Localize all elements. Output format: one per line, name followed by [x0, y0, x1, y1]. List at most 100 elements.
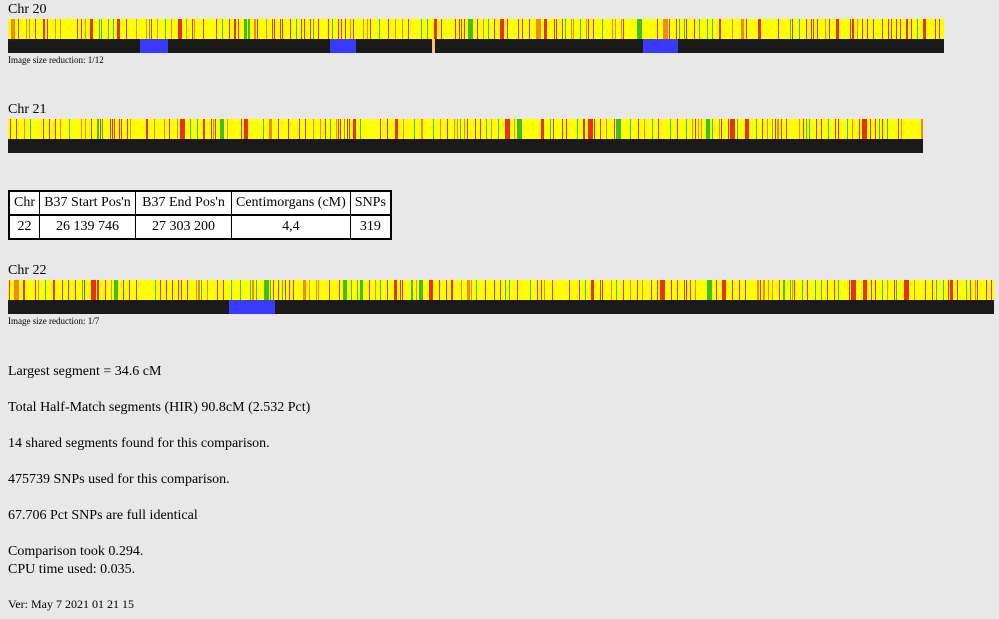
- snp-stripe: [669, 19, 670, 39]
- snp-stripe: [455, 19, 456, 39]
- snp-stripe: [786, 119, 787, 139]
- chr-21-snp-bar: [8, 119, 923, 139]
- snp-stripe: [566, 119, 567, 139]
- snp-stripe: [84, 280, 85, 300]
- snp-stripe: [320, 119, 321, 139]
- snp-stripe: [329, 280, 330, 300]
- snp-stripe: [14, 280, 19, 300]
- snp-stripe: [316, 280, 317, 300]
- snp-stripe: [380, 119, 381, 139]
- snp-stripe: [353, 119, 356, 139]
- snp-stripe: [454, 119, 455, 139]
- version-text: Ver: May 7 2021 01 21 15: [8, 597, 134, 611]
- snp-stripe: [264, 280, 269, 300]
- snp-stripe: [762, 119, 763, 139]
- snp-stripe: [177, 119, 178, 139]
- snp-stripe: [111, 280, 112, 300]
- snp-stripe: [986, 280, 987, 300]
- snp-stripe: [157, 19, 158, 39]
- snp-stripe: [55, 19, 56, 39]
- snp-stripe: [254, 19, 256, 39]
- snp-stripe: [712, 19, 713, 39]
- snp-stripe: [234, 19, 236, 39]
- snp-stripe: [491, 119, 492, 139]
- snp-stripe: [402, 19, 403, 39]
- cell-chr: 22: [8, 214, 40, 240]
- snp-stripe: [806, 119, 807, 139]
- snp-stripe: [461, 19, 462, 39]
- snp-stripe: [925, 280, 926, 300]
- snp-stripe: [677, 119, 678, 139]
- snp-stripe: [571, 19, 572, 39]
- snp-stripe: [815, 280, 816, 300]
- snp-stripe: [256, 280, 257, 300]
- chr-22-label: Chr 22: [8, 263, 47, 278]
- snp-stripe: [460, 119, 461, 139]
- snp-stripe: [828, 119, 829, 139]
- snp-stripe: [60, 119, 61, 139]
- snp-stripe: [266, 19, 267, 39]
- matching-segment: [229, 300, 275, 314]
- snp-stripe: [651, 280, 652, 300]
- snp-stripe: [186, 19, 187, 39]
- snp-stripe: [35, 19, 36, 39]
- snp-stripe: [612, 19, 613, 39]
- snp-stripe: [948, 280, 949, 300]
- snp-stripe: [517, 280, 518, 300]
- snp-stripe: [873, 19, 874, 39]
- snp-stripe: [792, 280, 793, 300]
- snp-stripe: [400, 280, 401, 300]
- snp-stripe: [670, 119, 671, 139]
- snp-stripe: [270, 280, 271, 300]
- snp-stripe: [273, 280, 274, 300]
- snp-stripe: [783, 280, 785, 300]
- snp-stripe: [529, 19, 530, 39]
- snp-stripe: [509, 280, 510, 300]
- snp-stripe: [290, 19, 291, 39]
- snp-stripe: [269, 119, 272, 139]
- chr-21-match-bar: [8, 139, 923, 153]
- snp-stripe: [859, 119, 860, 139]
- snp-stripe: [707, 19, 708, 39]
- snp-stripe: [836, 19, 839, 39]
- snp-stripe: [169, 119, 170, 139]
- snp-stripe: [887, 280, 888, 300]
- snp-stripe: [257, 19, 258, 39]
- snp-stripe: [522, 19, 523, 39]
- snp-stripe: [330, 119, 331, 139]
- snp-stripe: [698, 119, 699, 139]
- snp-stripe: [187, 280, 188, 300]
- snp-stripe: [123, 280, 124, 300]
- snp-stripe: [606, 119, 607, 139]
- snp-stripe: [369, 280, 370, 300]
- snp-stripe: [790, 280, 791, 300]
- snp-stripe: [778, 19, 779, 39]
- snp-stripe: [553, 119, 554, 139]
- matching-segment: [140, 39, 168, 53]
- header-snps: SNPs: [349, 190, 392, 216]
- snp-stripe: [732, 19, 733, 39]
- snp-stripe: [494, 19, 495, 39]
- snp-stripe: [600, 119, 601, 139]
- snp-stripe: [349, 119, 350, 139]
- snp-stripe: [340, 119, 341, 139]
- snp-stripe: [416, 280, 417, 300]
- snp-stripe: [263, 119, 264, 139]
- snp-stripe: [328, 19, 329, 39]
- snp-stripe: [737, 119, 738, 139]
- snp-stripe: [677, 280, 678, 300]
- snp-stripe: [77, 19, 78, 39]
- snp-stripe: [779, 280, 780, 300]
- snp-stripe: [957, 280, 958, 300]
- snp-stripe: [81, 119, 82, 139]
- snp-stripe: [477, 19, 478, 39]
- snp-stripe: [767, 119, 768, 139]
- snp-stripe: [657, 280, 658, 300]
- snp-stripe: [9, 280, 10, 300]
- chr-21-label: Chr 21: [8, 102, 47, 117]
- snp-stripe: [813, 19, 814, 39]
- snp-stripe: [213, 119, 214, 139]
- snp-stripe: [602, 19, 603, 39]
- snp-stripe: [623, 280, 624, 300]
- snp-stripe: [816, 119, 817, 139]
